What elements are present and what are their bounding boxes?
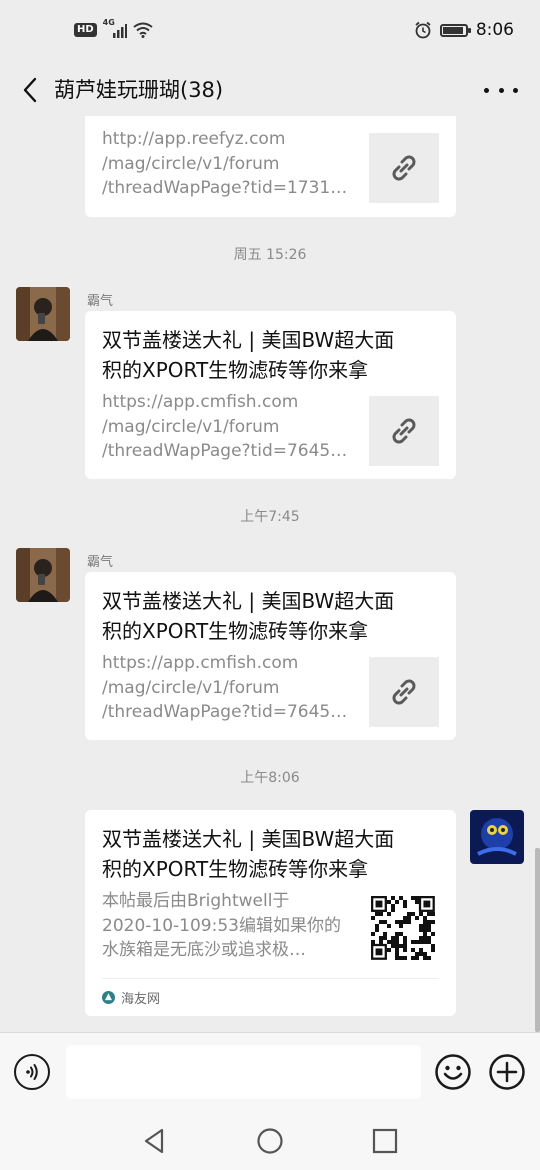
url-line: /threadWapPage?tid=7645… [102,441,348,461]
link-title: 双节盖楼送大礼 | 美国BW超大面 积的XPORT生物滤砖等你来拿 [102,586,447,646]
url-line: /threadWapPage?tid=1731… [102,178,348,198]
url-line: /mag/circle/v1/forum [102,416,280,437]
nav-recents-icon[interactable] [370,1126,400,1156]
title-line: 双节盖楼送大礼 | 美国BW超大面 [102,328,395,352]
url-line: https://app.cmfish.com [102,392,299,412]
link-url-preview: https://app.cmfish.com /mag/circle/v1/fo… [102,651,352,725]
source-logo-icon: ▲ [102,990,115,1004]
chevron-left-icon [23,77,37,103]
sender-name: 霸气 [87,294,114,309]
plus-circle-icon[interactable] [489,1054,525,1090]
more-dot [498,87,504,93]
card-source: ▲ 海友网 [102,978,439,1015]
chat-title: 葫芦娃玩珊瑚(38) [54,78,224,102]
link-title: 双节盖楼送大礼 | 美国BW超大面 积的XPORT生物滤砖等你来拿 [102,325,447,385]
summary-line: 2020-10-109:53编辑如果你的 [102,915,341,936]
title-line: 双节盖楼送大礼 | 美国BW超大面 [102,589,395,613]
article-title: 双节盖楼送大礼 | 美国BW超大面 积的XPORT生物滤砖等你来拿 [102,824,447,884]
link-url-preview: http://app.reefyz.com /mag/circle/v1/for… [102,127,352,201]
sender-name: 霸气 [87,555,114,570]
voice-icon [26,1064,38,1080]
link-card-message[interactable]: http://app.reefyz.com /mag/circle/v1/for… [85,116,456,217]
time-divider: 上午7:45 [240,509,300,525]
link-icon [392,155,416,181]
scrollbar[interactable] [535,848,540,1032]
summary-line: 水族箱是无底沙或追求极… [102,940,306,960]
status-left: HD 4G [74,18,153,38]
back-button[interactable] [14,72,46,108]
link-card-message[interactable]: 双节盖楼送大礼 | 美国BW超大面 积的XPORT生物滤砖等你来拿 https:… [85,311,456,479]
title-line: 积的XPORT生物滤砖等你来拿 [102,358,369,382]
status-right: 8:06 [414,20,514,40]
battery-icon [439,23,471,37]
link-thumbnail [369,133,439,203]
message-list[interactable]: http://app.reefyz.com /mag/circle/v1/for… [0,116,540,1032]
time-divider: 上午8:06 [240,770,300,786]
signal-icon: 4G [103,18,127,38]
app-card-message[interactable]: 双节盖楼送大礼 | 美国BW超大面 积的XPORT生物滤砖等你来拿 本帖最后由B… [85,810,456,1016]
url-line: /threadWapPage?tid=7645… [102,702,348,722]
source-name: 海友网 [121,991,161,1007]
wifi-icon [133,22,153,38]
chat-header: 葫芦娃玩珊瑚(38) [0,64,540,116]
link-icon [392,418,416,444]
link-thumbnail [369,396,439,466]
link-card-message[interactable]: 双节盖楼送大礼 | 美国BW超大面 积的XPORT生物滤砖等你来拿 https:… [85,572,456,740]
message-input[interactable] [66,1045,421,1099]
system-nav-bar [0,1112,540,1170]
nav-back-icon[interactable] [140,1126,170,1156]
input-bar [0,1032,540,1112]
title-line: 双节盖楼送大礼 | 美国BW超大面 [102,827,395,851]
url-line: /mag/circle/v1/forum [102,153,280,174]
more-button[interactable] [484,76,518,104]
alarm-icon [415,21,431,39]
link-icon [392,679,416,705]
nav-home-icon[interactable] [255,1126,285,1156]
avatar[interactable] [16,548,70,602]
link-thumbnail [369,657,439,727]
status-time: 8:06 [475,20,514,40]
summary-line: 本帖最后由Brightwell于 [102,891,290,911]
link-url-preview: https://app.cmfish.com /mag/circle/v1/fo… [102,390,352,464]
article-summary: 本帖最后由Brightwell于 2020-10-109:53编辑如果你的 水族… [102,889,352,963]
time-divider: 周五 15:26 [233,247,307,263]
url-line: /mag/circle/v1/forum [102,677,280,698]
avatar[interactable] [16,287,70,341]
url-line: http://app.reefyz.com [102,129,286,149]
hd-badge: HD [74,23,97,37]
url-line: https://app.cmfish.com [102,653,299,673]
battery-fill [442,26,463,34]
qr-code-icon [371,896,435,960]
status-bar: HD 4G 8:06 [0,0,540,64]
more-dot [484,87,489,93]
voice-button[interactable] [14,1054,50,1090]
more-dot [513,87,518,93]
emoji-icon[interactable] [435,1054,471,1090]
title-line: 积的XPORT生物滤砖等你来拿 [102,619,369,643]
title-line: 积的XPORT生物滤砖等你来拿 [102,857,369,881]
avatar[interactable] [470,810,524,864]
